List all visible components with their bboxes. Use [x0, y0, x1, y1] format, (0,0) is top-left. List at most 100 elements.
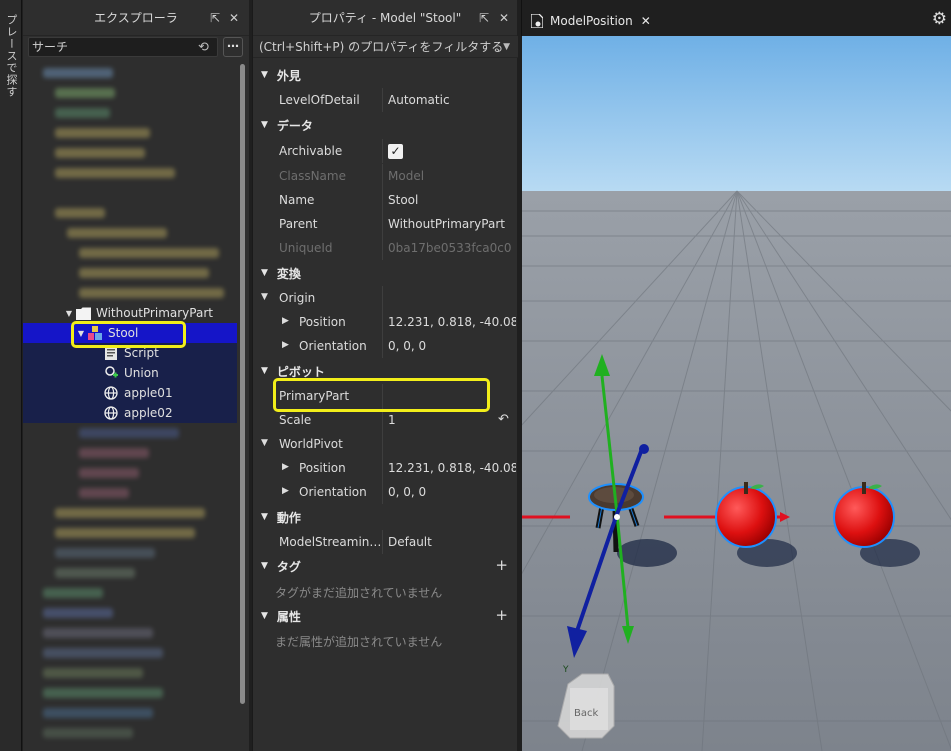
blurred-item[interactable]	[43, 608, 113, 618]
prop-row-modelstreaming[interactable]: ModelStreamin… Default	[253, 530, 518, 554]
archivable-checkbox[interactable]: ✓	[388, 143, 403, 159]
3d-viewport[interactable]: Y Back	[522, 36, 951, 751]
gear-icon[interactable]: ⚙	[932, 9, 947, 29]
undock-icon[interactable]: ⇱	[210, 11, 220, 25]
section-pivot[interactable]: ▼ ピボット	[253, 359, 518, 383]
section-behavior[interactable]: ▼ 動作	[253, 505, 518, 529]
more-options-button[interactable]: ⋯	[223, 37, 243, 57]
prop-value[interactable]: Stool	[383, 193, 516, 207]
blurred-item[interactable]	[43, 588, 103, 598]
blurred-item[interactable]	[79, 288, 224, 298]
tree-item-withoutprimarypart[interactable]: ▼ WithoutPrimaryPart	[23, 303, 237, 323]
prop-row-levelofdetail[interactable]: LevelOfDetail Automatic	[253, 88, 518, 112]
expand-arrow-icon[interactable]: ▶	[282, 316, 289, 326]
property-filter-input[interactable]: (Ctrl+Shift+P) のプロパティをフィルタする ▼	[253, 36, 518, 58]
prop-row-origin[interactable]: ▼ Origin	[253, 286, 518, 310]
blurred-item[interactable]	[55, 568, 135, 578]
collapse-arrow-icon: ▼	[261, 512, 268, 522]
blurred-item[interactable]	[79, 268, 209, 278]
prop-value[interactable]: 0, 0, 0	[383, 485, 516, 499]
tab-modelposition[interactable]: ModelPosition ✕	[529, 8, 651, 34]
blurred-item[interactable]	[55, 508, 205, 518]
blurred-item[interactable]	[43, 688, 163, 698]
tree-item-union[interactable]: Union	[23, 363, 237, 383]
prop-value[interactable]: Default	[383, 535, 516, 549]
blurred-item[interactable]	[55, 548, 155, 558]
blurred-item[interactable]	[55, 168, 175, 178]
expand-arrow-icon[interactable]: ▼	[75, 329, 87, 338]
close-icon[interactable]: ✕	[229, 11, 239, 25]
blurred-item[interactable]	[43, 628, 153, 638]
tree-item-stool[interactable]: ▼ Stool	[23, 323, 237, 343]
tree-item-apple02[interactable]: apple02	[23, 403, 237, 423]
blurred-item[interactable]	[55, 88, 115, 98]
blurred-item[interactable]	[67, 228, 167, 238]
close-icon[interactable]: ✕	[499, 11, 509, 25]
prop-name: Name	[253, 188, 383, 212]
undock-icon[interactable]: ⇱	[479, 11, 489, 25]
expand-arrow-icon[interactable]: ▶	[282, 486, 289, 496]
blurred-item[interactable]	[79, 488, 129, 498]
prop-row-parent[interactable]: Parent WithoutPrimaryPart	[253, 212, 518, 236]
section-tags[interactable]: ▼ タグ +	[253, 554, 518, 578]
blurred-item[interactable]	[55, 108, 110, 118]
blurred-item[interactable]	[43, 648, 163, 658]
chevron-down-icon[interactable]: ▼	[503, 36, 510, 58]
find-in-place-tab[interactable]: プレースで探す	[3, 14, 19, 98]
prop-value[interactable]: Automatic	[383, 93, 516, 107]
prop-name: ClassName	[253, 164, 383, 188]
prop-row-pivot-position[interactable]: ▶ Position 12.231, 0.818, -40.081	[253, 456, 518, 480]
prop-row-archivable[interactable]: Archivable ✓	[253, 139, 518, 163]
blurred-item[interactable]	[79, 468, 139, 478]
prop-value[interactable]: 12.231, 0.818, -40.081	[383, 461, 516, 475]
explorer-search-input[interactable]: サーチ	[28, 37, 218, 57]
blurred-item[interactable]	[43, 68, 113, 78]
baseplate	[522, 191, 951, 751]
prop-row-name[interactable]: Name Stool	[253, 188, 518, 212]
blurred-item[interactable]	[55, 128, 150, 138]
prop-row-worldpivot[interactable]: ▼ WorldPivot	[253, 432, 518, 456]
blurred-item[interactable]	[79, 248, 219, 258]
prop-row-pivot-orientation[interactable]: ▶ Orientation 0, 0, 0	[253, 480, 518, 504]
collapse-arrow-icon[interactable]: ▼	[261, 292, 268, 302]
blurred-item[interactable]	[79, 428, 179, 438]
section-transform[interactable]: ▼ 変換	[253, 261, 518, 285]
expand-arrow-icon[interactable]: ▶	[282, 462, 289, 472]
prop-value[interactable]: 1	[383, 413, 516, 427]
explorer-scrollbar[interactable]	[240, 64, 245, 704]
tab-label: ModelPosition	[550, 14, 633, 28]
z-axis-arrow-icon[interactable]	[639, 444, 649, 454]
blurred-item[interactable]	[79, 448, 149, 458]
add-tag-button[interactable]: +	[495, 556, 508, 574]
collapse-arrow-icon[interactable]: ▼	[261, 438, 268, 448]
prop-value[interactable]: 12.231, 0.818, -40.081	[383, 315, 516, 329]
section-data[interactable]: ▼ データ	[253, 113, 518, 137]
prop-value[interactable]: WithoutPrimaryPart	[383, 217, 516, 231]
prop-row-primarypart[interactable]: PrimaryPart	[253, 384, 518, 408]
prop-row-scale[interactable]: Scale 1	[253, 408, 518, 432]
blurred-item[interactable]	[43, 668, 143, 678]
close-icon[interactable]: ✕	[641, 14, 651, 28]
blurred-item[interactable]	[43, 708, 153, 718]
section-appearance[interactable]: ▼ 外見	[253, 63, 518, 87]
expand-arrow-icon[interactable]: ▼	[63, 309, 75, 318]
tree-item-script[interactable]: Script	[23, 343, 237, 363]
prop-row-origin-orientation[interactable]: ▶ Orientation 0, 0, 0	[253, 334, 518, 358]
prop-row-origin-position[interactable]: ▶ Position 12.231, 0.818, -40.081	[253, 310, 518, 334]
section-attributes[interactable]: ▼ 属性 +	[253, 604, 518, 628]
blurred-item[interactable]	[43, 728, 133, 738]
side-strip: プレースで探す	[0, 0, 22, 751]
tree-item-apple01[interactable]: apple01	[23, 383, 237, 403]
blurred-item[interactable]	[55, 528, 195, 538]
reset-icon[interactable]: ↶	[498, 412, 509, 427]
blurred-item[interactable]	[55, 208, 105, 218]
history-icon[interactable]: ⟲	[198, 40, 209, 55]
scene-render[interactable]: Y Back	[522, 36, 951, 751]
section-label: 動作	[276, 510, 301, 525]
blurred-item[interactable]	[55, 148, 145, 158]
prop-value[interactable]: ✓	[383, 143, 516, 159]
expand-arrow-icon[interactable]: ▶	[282, 340, 289, 350]
section-label: 変換	[276, 266, 301, 281]
add-attribute-button[interactable]: +	[495, 606, 508, 624]
prop-value[interactable]: 0, 0, 0	[383, 339, 516, 353]
